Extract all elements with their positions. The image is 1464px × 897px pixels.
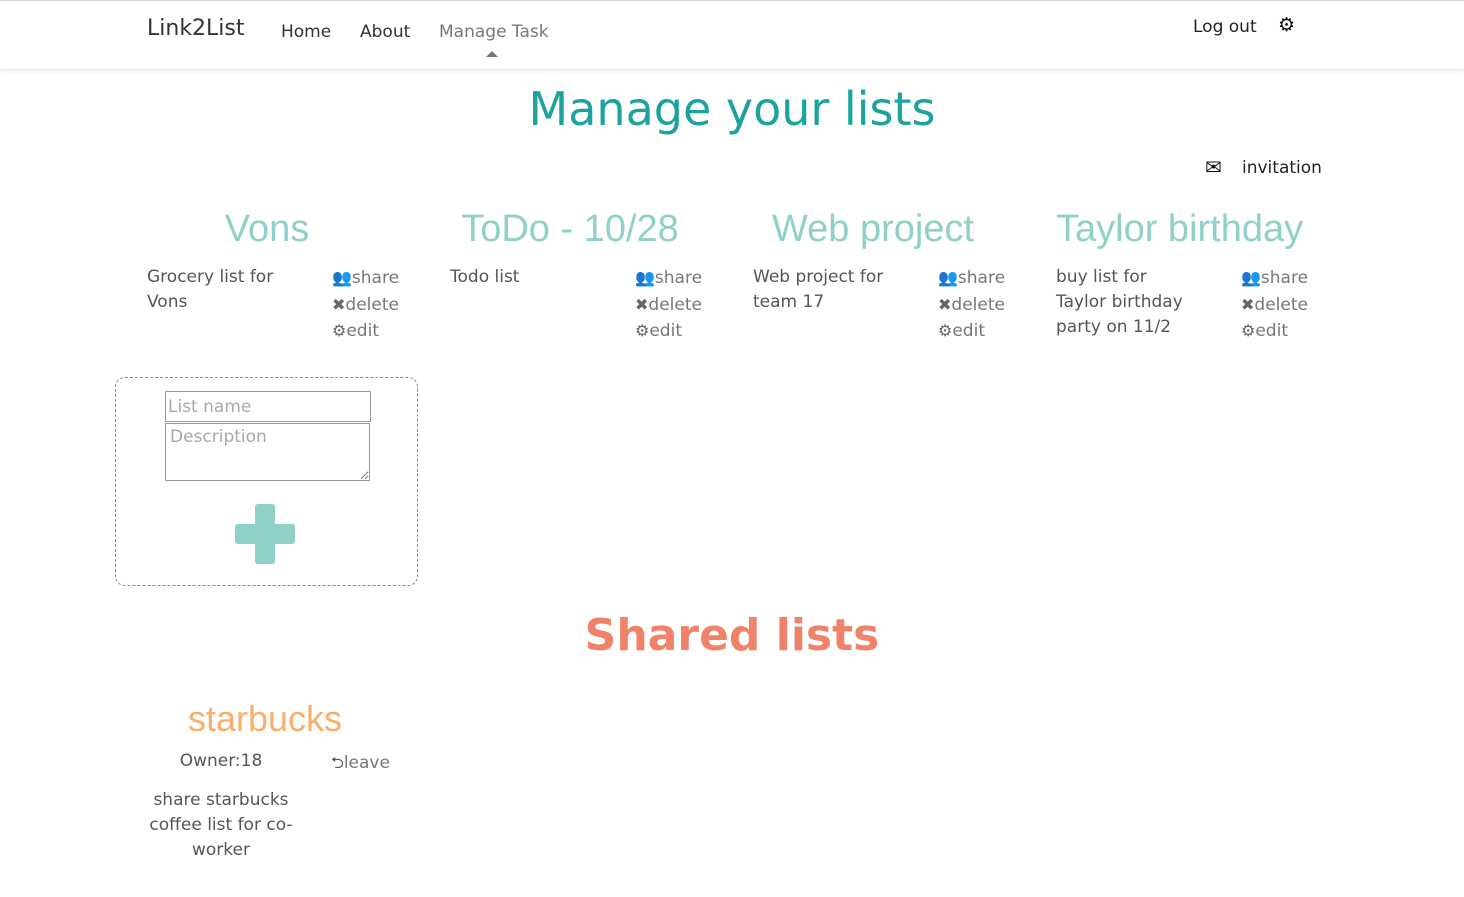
nav-about-link[interactable]: About [360,22,410,42]
users-icon: 👥 [1241,268,1261,287]
list-actions: 👥share ✖delete ⚙edit [1241,265,1308,345]
list-description: Web project for team 17 [753,267,884,312]
close-icon: ✖ [938,294,952,314]
list-name-input[interactable] [165,391,371,422]
gear-icon: ⚙ [938,321,953,340]
list-card: Vons Grocery list for Vons 👥share ✖delet… [147,205,447,355]
list-card: ToDo - 10/28 Todo list 👥share ✖delete ⚙e… [450,205,750,355]
shared-lists-title: Shared lists [584,610,880,661]
share-button[interactable]: 👥share [1241,265,1308,292]
navbar: Link2List Home About Manage Task Log out… [0,0,1464,70]
list-description: buy list for Taylor birthday party on 11… [1056,267,1183,337]
plus-vertical-bar [255,504,275,564]
close-icon: ✖ [332,294,346,314]
list-title[interactable]: ToDo - 10/28 [450,208,690,251]
delete-button[interactable]: ✖delete [1241,292,1308,319]
nav-home-link[interactable]: Home [281,22,331,42]
nav-manage-task-link[interactable]: Manage Task [439,22,549,42]
delete-button[interactable]: ✖delete [938,292,1005,319]
users-icon: 👥 [635,268,655,287]
users-icon: 👥 [332,268,352,287]
shared-list-title[interactable]: starbucks [145,698,385,740]
users-icon: 👥 [938,268,958,287]
list-title[interactable]: Web project [753,208,993,251]
share-button[interactable]: 👥share [938,265,1005,292]
gear-icon[interactable]: ⚙ [1278,14,1295,36]
sign-out-icon: ⮌ [331,753,344,772]
gear-icon: ⚙ [635,321,650,340]
delete-button[interactable]: ✖delete [635,292,702,319]
list-card: Web project Web project for team 17 👥sha… [753,205,1053,355]
active-nav-caret-icon [486,51,498,57]
owner-label: Owner:18 [179,751,263,771]
close-icon: ✖ [635,294,649,314]
gear-icon: ⚙ [1241,321,1256,340]
list-description: Todo list [450,267,520,287]
leave-button[interactable]: ⮌leave [331,752,390,779]
list-actions: 👥share ✖delete ⚙edit [332,265,399,345]
shared-list-card: starbucks Owner:18 ⮌leave share starbuck… [145,695,425,875]
envelope-icon: ✉ [1205,155,1222,179]
brand-logo[interactable]: Link2List [147,16,245,41]
plus-icon[interactable] [235,504,295,564]
list-actions: 👥share ✖delete ⚙edit [635,265,702,345]
gear-icon: ⚙ [332,321,347,340]
shared-list-description: share starbucks coffee list for co-worke… [149,790,293,860]
new-list-form [115,377,418,586]
list-card: Taylor birthday buy list for Taylor birt… [1056,205,1356,355]
delete-button[interactable]: ✖delete [332,292,399,319]
list-description: Grocery list for Vons [147,267,274,312]
list-title[interactable]: Vons [147,208,387,251]
list-actions: 👥share ✖delete ⚙edit [938,265,1005,345]
edit-button[interactable]: ⚙edit [332,318,399,345]
edit-button[interactable]: ⚙edit [1241,318,1308,345]
list-title[interactable]: Taylor birthday [1056,208,1303,251]
edit-button[interactable]: ⚙edit [635,318,702,345]
close-icon: ✖ [1241,294,1255,314]
share-button[interactable]: 👥share [332,265,399,292]
page-title: Manage your lists [528,82,936,136]
edit-button[interactable]: ⚙edit [938,318,1005,345]
logout-link[interactable]: Log out [1193,17,1257,37]
invitation-label: invitation [1242,158,1322,178]
list-description-input[interactable] [165,423,370,481]
share-button[interactable]: 👥share [635,265,702,292]
